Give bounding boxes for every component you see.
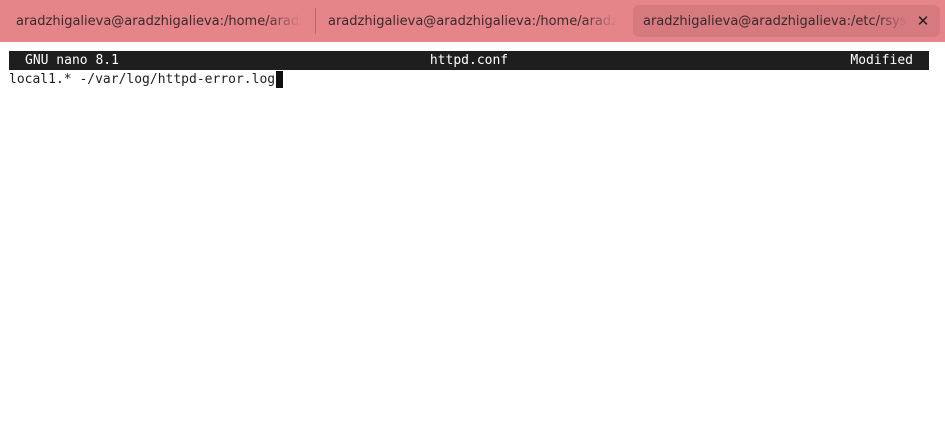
terminal-area[interactable]: GNU nano 8.1 httpd.conf Modified local1.…: [0, 42, 945, 434]
tab-title: aradzhigalieva@aradzhigalieva:/etc/rsysl…: [643, 13, 908, 29]
nano-filename: httpd.conf: [429, 53, 509, 68]
terminal-tab-2[interactable]: aradzhigalieva@aradzhigalieva:/home/arad…: [316, 0, 631, 42]
tab-bar: aradzhigalieva@aradzhigalieva:/home/arad…: [0, 0, 945, 42]
editor-line[interactable]: local1.* -/var/log/httpd-error.log: [9, 70, 284, 89]
text-cursor: [276, 71, 284, 88]
nano-title-bar: GNU nano 8.1 httpd.conf Modified: [9, 51, 929, 70]
tab-title: aradzhigalieva@aradzhigalieva:/home/arad…: [328, 13, 617, 29]
terminal-tab-1[interactable]: aradzhigalieva@aradzhigalieva:/home/arad…: [0, 0, 315, 42]
nano-modified-status: Modified: [850, 53, 913, 68]
close-icon[interactable]: ✕: [914, 12, 932, 30]
tab-title: aradzhigalieva@aradzhigalieva:/home/arad…: [16, 13, 301, 29]
terminal-tab-3-active[interactable]: aradzhigalieva@aradzhigalieva:/etc/rsysl…: [633, 5, 940, 37]
editor-line-text: local1.* -/var/log/httpd-error.log: [9, 72, 276, 87]
